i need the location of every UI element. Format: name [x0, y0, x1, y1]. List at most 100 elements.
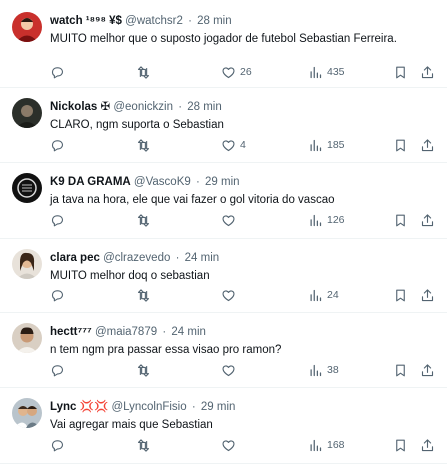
name-decoration: ✠: [100, 101, 111, 113]
reply-item[interactable]: watch ¹⁸⁹⁸ ¥$ @watchsr2 · 28 min MUITO m…: [0, 2, 447, 88]
avatar[interactable]: [12, 323, 42, 353]
timestamp[interactable]: 28 min: [197, 15, 232, 27]
name-decoration: 💢💢: [79, 401, 109, 413]
like-count: 26: [240, 66, 252, 78]
views-button[interactable]: 168: [308, 436, 345, 454]
timestamp[interactable]: 28 min: [187, 101, 222, 113]
retweet-button[interactable]: [136, 136, 151, 154]
reply-button[interactable]: [50, 361, 65, 379]
view-count: 24: [327, 289, 339, 301]
bookmark-button[interactable]: [393, 63, 408, 81]
reply-item[interactable]: Nickolas ✠ @eonickzin · 28 min CLARO, ng…: [0, 88, 447, 163]
action-bar: 126: [0, 211, 447, 229]
share-button[interactable]: [420, 436, 435, 454]
user-handle[interactable]: @VascoK9: [134, 176, 191, 188]
bookmark-button[interactable]: [393, 361, 408, 379]
like-icon: [222, 139, 235, 151]
retweet-button[interactable]: [136, 436, 151, 454]
views-button[interactable]: 435: [308, 63, 345, 81]
display-name[interactable]: watch: [50, 15, 83, 27]
avatar[interactable]: [12, 12, 42, 42]
reply-header: K9 DA GRAMA @VascoK9 · 29 min: [50, 175, 240, 189]
like-button[interactable]: 26: [221, 63, 252, 81]
like-icon: [222, 214, 235, 226]
reply-button[interactable]: [50, 136, 65, 154]
reply-icon: [51, 364, 64, 376]
views-button[interactable]: 185: [308, 136, 345, 154]
reply-text: n tem ngm pra passar essa visao pro ramo…: [50, 344, 282, 356]
timestamp[interactable]: 24 min: [171, 326, 206, 338]
retweet-button[interactable]: [136, 63, 151, 81]
reply-header: clara pec @clrazevedo · 24 min: [50, 251, 219, 265]
share-icon: [421, 438, 434, 451]
timestamp[interactable]: 29 min: [201, 401, 236, 413]
views-icon: [310, 214, 322, 226]
bookmark-button[interactable]: [393, 136, 408, 154]
like-icon: [222, 364, 235, 376]
reply-icon: [51, 214, 64, 226]
reply-item[interactable]: K9 DA GRAMA @VascoK9 · 29 min ja tava na…: [0, 163, 447, 239]
display-name[interactable]: hectt: [50, 326, 77, 338]
views-button[interactable]: 126: [308, 211, 345, 229]
display-name[interactable]: Nickolas: [50, 101, 97, 113]
bookmark-button[interactable]: [393, 286, 408, 304]
share-button[interactable]: [420, 286, 435, 304]
display-name[interactable]: clara pec: [50, 252, 100, 264]
reply-item[interactable]: clara pec @clrazevedo · 24 min MUITO mel…: [0, 239, 447, 313]
reply-button[interactable]: [50, 436, 65, 454]
action-bar: 38: [0, 361, 447, 379]
retweet-icon: [137, 438, 150, 452]
separator: ·: [195, 176, 200, 188]
timestamp[interactable]: 24 min: [185, 252, 220, 264]
reply-text: MUITO melhor que o suposto jogador de fu…: [50, 33, 397, 45]
avatar[interactable]: [12, 98, 42, 128]
user-handle[interactable]: @eonickzin: [113, 101, 173, 113]
bookmark-button[interactable]: [393, 211, 408, 229]
user-handle[interactable]: @clrazevedo: [103, 252, 170, 264]
replies-feed: watch ¹⁸⁹⁸ ¥$ @watchsr2 · 28 min MUITO m…: [0, 0, 447, 466]
action-bar: 4 185: [0, 136, 447, 154]
retweet-button[interactable]: [136, 361, 151, 379]
views-button[interactable]: 38: [308, 361, 339, 379]
reply-text: ja tava na hora, ele que vai fazer o gol…: [50, 194, 335, 206]
share-icon: [421, 363, 434, 376]
reply-button[interactable]: [50, 63, 65, 81]
avatar[interactable]: [12, 398, 42, 428]
reply-button[interactable]: [50, 211, 65, 229]
like-icon: [222, 66, 235, 78]
share-button[interactable]: [420, 211, 435, 229]
views-icon: [310, 139, 322, 151]
display-name[interactable]: Lync: [50, 401, 76, 413]
avatar[interactable]: [12, 249, 42, 279]
share-button[interactable]: [420, 63, 435, 81]
retweet-icon: [137, 363, 150, 377]
like-button[interactable]: [221, 361, 240, 379]
reply-text: CLARO, ngm suporta o Sebastian: [50, 119, 224, 131]
user-handle[interactable]: @LyncolnFisio: [111, 401, 186, 413]
separator: ·: [175, 252, 180, 264]
like-button[interactable]: [221, 436, 240, 454]
share-button[interactable]: [420, 361, 435, 379]
share-button[interactable]: [420, 136, 435, 154]
reply-header: hectt⁷⁷⁷ @maia7879 · 24 min: [50, 325, 206, 339]
view-count: 126: [327, 214, 345, 226]
like-button[interactable]: [221, 286, 240, 304]
reply-header: Nickolas ✠ @eonickzin · 28 min: [50, 100, 222, 114]
reply-item[interactable]: Lync 💢💢 @LyncolnFisio · 29 min Vai agreg…: [0, 388, 447, 464]
avatar[interactable]: [12, 173, 42, 203]
bookmark-button[interactable]: [393, 436, 408, 454]
reply-item[interactable]: hectt⁷⁷⁷ @maia7879 · 24 min n tem ngm pr…: [0, 313, 447, 388]
views-button[interactable]: 24: [308, 286, 339, 304]
reply-icon: [51, 289, 64, 301]
reply-text: MUITO melhor doq o sebastian: [50, 270, 210, 282]
display-name[interactable]: K9 DA GRAMA: [50, 176, 131, 188]
separator: ·: [162, 326, 167, 338]
like-button[interactable]: [221, 211, 240, 229]
like-button[interactable]: 4: [221, 136, 246, 154]
user-handle[interactable]: @maia7879: [95, 326, 157, 338]
retweet-button[interactable]: [136, 211, 151, 229]
user-handle[interactable]: @watchsr2: [125, 15, 183, 27]
reply-button[interactable]: [50, 286, 65, 304]
timestamp[interactable]: 29 min: [205, 176, 240, 188]
retweet-button[interactable]: [136, 286, 151, 304]
